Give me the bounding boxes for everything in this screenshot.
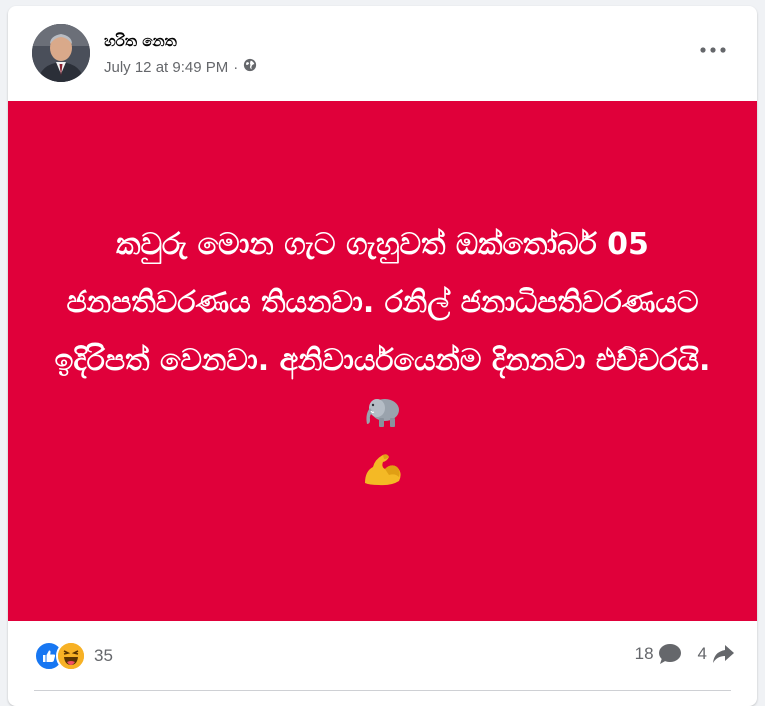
- shares-count[interactable]: 4: [698, 644, 735, 664]
- comment-icon: [658, 644, 681, 664]
- shares-count-value: 4: [697, 644, 707, 663]
- reactions-summary[interactable]: 35: [34, 641, 113, 671]
- share-icon: [713, 645, 734, 663]
- post-card: හරිත නෙත July 12 at 9:49 PM · කවුරු මොන …: [8, 6, 757, 706]
- more-dots-icon: [700, 47, 726, 53]
- elephant-emoji: [363, 390, 403, 448]
- post-background: කවුරු මොන ගැට ගැහුවත් ඔක්තෝබර් 05 ජනපතිව…: [8, 101, 757, 621]
- comments-count-value: 18: [634, 644, 654, 663]
- avatar-image: [32, 24, 90, 82]
- post-timestamp[interactable]: July 12 at 9:49 PM: [104, 59, 228, 76]
- post-text: කවුරු මොන ගැට ගැහුවත් ඔක්තෝබර් 05 ජනපතිව…: [54, 226, 711, 378]
- reaction-count: 35: [94, 646, 113, 665]
- globe-icon[interactable]: [243, 58, 257, 76]
- post-stats: 18 4: [635, 643, 735, 665]
- post-text-container: කවුරු මොන ගැට ගැහුවත් ඔක්තෝබර් 05 ජනපතිව…: [43, 216, 723, 507]
- author-name[interactable]: හරිත නෙත: [104, 32, 177, 50]
- post-header: හරිත නෙත July 12 at 9:49 PM ·: [8, 6, 757, 101]
- author-avatar[interactable]: [32, 24, 90, 82]
- comments-count[interactable]: 18: [635, 643, 682, 665]
- meta-separator: ·: [233, 58, 239, 76]
- footer-divider: [34, 690, 731, 691]
- flexed-biceps-emoji: [361, 449, 405, 507]
- post-meta: July 12 at 9:49 PM ·: [104, 58, 257, 76]
- more-options-button[interactable]: [695, 36, 731, 64]
- post-footer: 35 18 4: [8, 621, 757, 693]
- haha-icon: [56, 641, 86, 671]
